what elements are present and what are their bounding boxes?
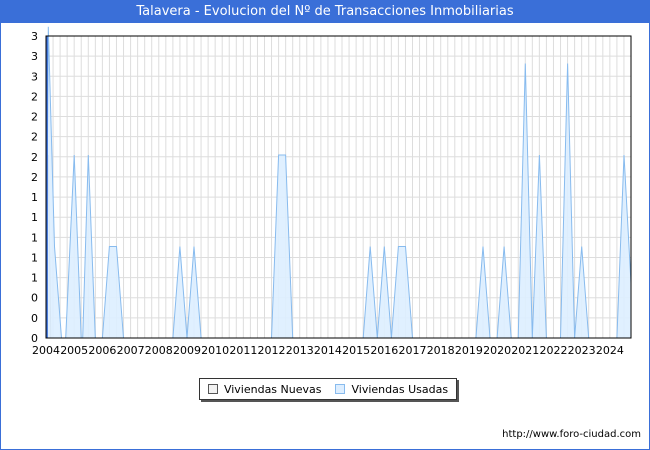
chart-frame: Talavera - Evolucion del Nº de Transacci…: [0, 0, 650, 450]
y-tick-label: 3: [31, 50, 38, 63]
legend-item-nuevas: Viviendas Nuevas: [207, 382, 322, 396]
x-tick-label: 2007: [117, 344, 145, 357]
y-tick-label: 1: [31, 251, 38, 264]
x-tick-label: 2012: [258, 344, 286, 357]
y-tick-label: 1: [31, 231, 38, 244]
x-tick-label: 2011: [229, 344, 257, 357]
x-tick-label: 2004: [32, 344, 60, 357]
legend-item-usadas: Viviendas Usadas: [335, 383, 448, 396]
x-tick-label: 2013: [286, 344, 314, 357]
legend-swatch-usadas: [335, 384, 346, 394]
legend: Viviendas Nuevas Viviendas Usadas: [199, 378, 457, 400]
series-layer: [45, 26, 632, 339]
x-tick-label: 2018: [427, 344, 455, 357]
y-axis-ticks: 0001111122222333: [31, 30, 38, 345]
x-tick-label: 2006: [88, 344, 116, 357]
x-tick-label: 2010: [201, 344, 229, 357]
y-tick-label: 0: [31, 292, 38, 305]
x-tick-label: 2014: [314, 344, 342, 357]
y-tick-label: 0: [31, 312, 38, 325]
x-tick-label: 2015: [342, 344, 370, 357]
x-tick-label: 2021: [511, 344, 539, 357]
x-tick-label: 2017: [399, 344, 427, 357]
y-tick-label: 3: [31, 30, 38, 43]
y-tick-label: 3: [31, 70, 38, 83]
x-tick-label: 2019: [455, 344, 483, 357]
x-axis-ticks: 2004 2005 2006 2007 2008 2009 2010 2011 2012 2013…: [32, 344, 624, 357]
x-tick-label: 2009: [173, 344, 201, 357]
y-tick-label: 2: [31, 171, 38, 184]
x-tick-label: 2020: [483, 344, 511, 357]
legend-label-nuevas: Viviendas Nuevas: [223, 382, 322, 396]
y-tick-label: 2: [31, 151, 38, 164]
x-tick-label: 2005: [60, 344, 88, 357]
x-tick-label: 2008: [145, 344, 173, 357]
source-url: http://www.foro-ciudad.com: [502, 429, 641, 440]
legend-swatch-nuevas: [207, 384, 218, 394]
series-viviendas-usadas: [45, 26, 632, 339]
x-tick-label: 2023: [568, 344, 596, 357]
x-tick-label: 2016: [370, 344, 398, 357]
y-tick-label: 2: [31, 90, 38, 103]
y-tick-label: 2: [31, 111, 38, 124]
y-tick-label: 1: [31, 191, 38, 204]
y-tick-label: 2: [31, 131, 38, 144]
y-tick-label: 1: [31, 272, 38, 285]
y-tick-label: 1: [31, 211, 38, 224]
x-tick-label: 2022: [539, 344, 567, 357]
legend-label-usadas: Viviendas Usadas: [351, 382, 449, 396]
x-tick-label: 2024: [596, 344, 624, 357]
